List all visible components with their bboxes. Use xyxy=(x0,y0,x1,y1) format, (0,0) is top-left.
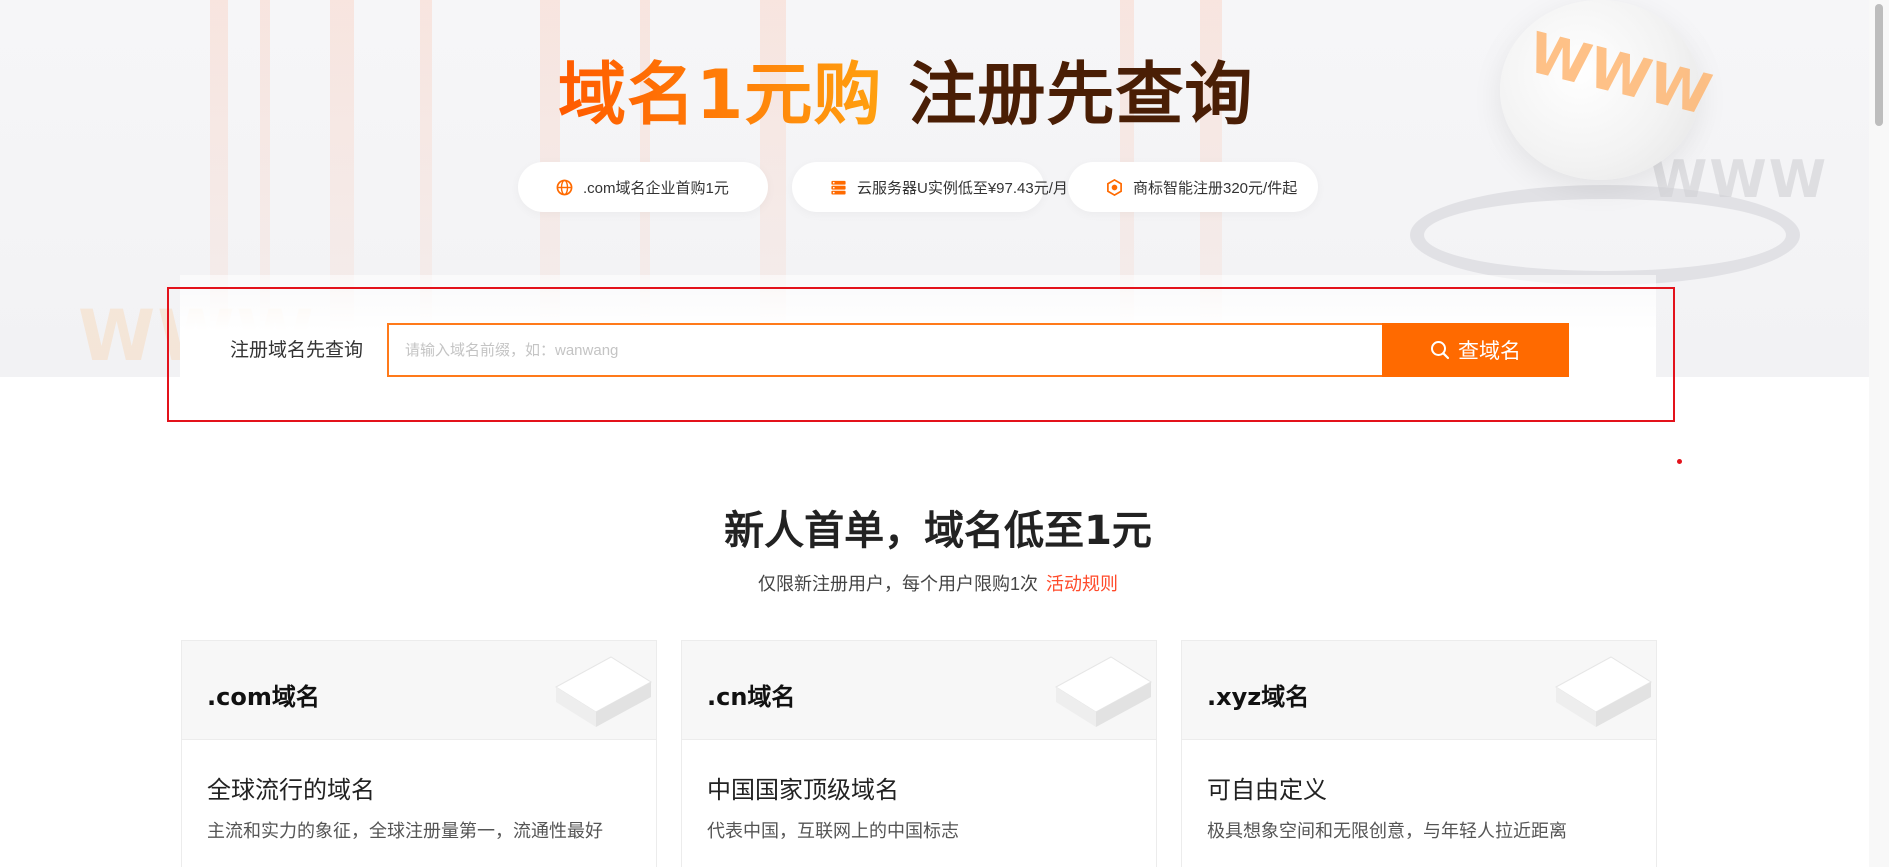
promo-label: 云服务器U实例低至¥97.43元/月 xyxy=(857,179,1068,197)
promo-pills: .com域名企业首购1元 云服务器U实例低至¥97.43元/月 商标智能注册32… xyxy=(518,162,1318,212)
server-icon xyxy=(831,180,846,195)
card-header: .com域名 xyxy=(182,641,656,740)
card-description: 极具想象空间和无限创意，与年轻人拉近距离 xyxy=(1207,821,1567,841)
scrollbar-thumb[interactable] xyxy=(1875,4,1883,126)
subtitle-text: 仅限新注册用户，每个用户限购1次 xyxy=(757,574,1038,594)
card-description: 主流和实力的象征，全球注册量第一，流通性最好 xyxy=(207,821,603,841)
activity-rules-link[interactable]: 活动规则 xyxy=(1046,574,1118,594)
headline-main: 注册先查询 xyxy=(908,55,1254,135)
section-subtitle: 仅限新注册用户，每个用户限购1次 活动规则 xyxy=(0,570,1876,596)
promo-pill-com[interactable]: .com域名企业首购1元 xyxy=(518,162,768,212)
trademark-icon xyxy=(1107,179,1122,196)
headline-accent: 域名1元购 xyxy=(558,39,882,138)
page-scrollbar[interactable] xyxy=(1869,0,1889,867)
section-title: 新人首单，域名低至1元 xyxy=(724,508,1152,554)
chip-decoration-icon xyxy=(1055,656,1152,727)
card-header: .cn域名 xyxy=(682,641,1156,740)
domain-card-com[interactable]: .com域名 全球流行的域名 主流和实力的象征，全球注册量第一，流通性最好 xyxy=(181,640,657,867)
promo-pill-trademark[interactable]: 商标智能注册320元/件起 xyxy=(1068,162,1318,212)
domain-search-input[interactable] xyxy=(387,323,1383,377)
search-label: 注册域名先查询 xyxy=(230,340,364,361)
promo-pill-server[interactable]: 云服务器U实例低至¥97.43元/月 xyxy=(792,162,1068,212)
card-description: 代表中国，互联网上的中国标志 xyxy=(707,821,959,841)
promo-label: 商标智能注册320元/件起 xyxy=(1133,179,1298,197)
hero-headline: 域名1元购 注册先查询 xyxy=(558,38,1253,138)
card-title: .xyz域名 xyxy=(1207,683,1310,711)
red-dot-marker xyxy=(1677,459,1682,464)
domain-card-xyz[interactable]: .xyz域名 可自由定义 极具想象空间和无限创意，与年轻人拉近距离 xyxy=(1181,640,1657,867)
domain-card-cn[interactable]: .cn域名 中国国家顶级域名 代表中国，互联网上的中国标志 xyxy=(681,640,1157,867)
card-heading: 可自由定义 xyxy=(1207,777,1327,804)
card-heading: 全球流行的域名 xyxy=(207,777,375,804)
card-header: .xyz域名 xyxy=(1182,641,1656,740)
card-title: .cn域名 xyxy=(707,683,796,711)
decor-ring xyxy=(1410,185,1800,285)
page: WWW WWW WWW 域名1元购 注册先查询 .com域名企业首购1元 云服务… xyxy=(0,0,1889,867)
promo-label: .com域名企业首购1元 xyxy=(583,179,729,197)
search-button-label: 查域名 xyxy=(1458,340,1521,363)
chip-decoration-icon xyxy=(555,656,652,727)
search-icon xyxy=(1431,341,1450,360)
card-title: .com域名 xyxy=(207,683,320,711)
card-heading: 中国国家顶级域名 xyxy=(707,777,899,804)
globe-icon xyxy=(556,179,573,196)
chip-decoration-icon xyxy=(1555,656,1652,727)
search-domain-button[interactable]: 查域名 xyxy=(1382,323,1569,377)
